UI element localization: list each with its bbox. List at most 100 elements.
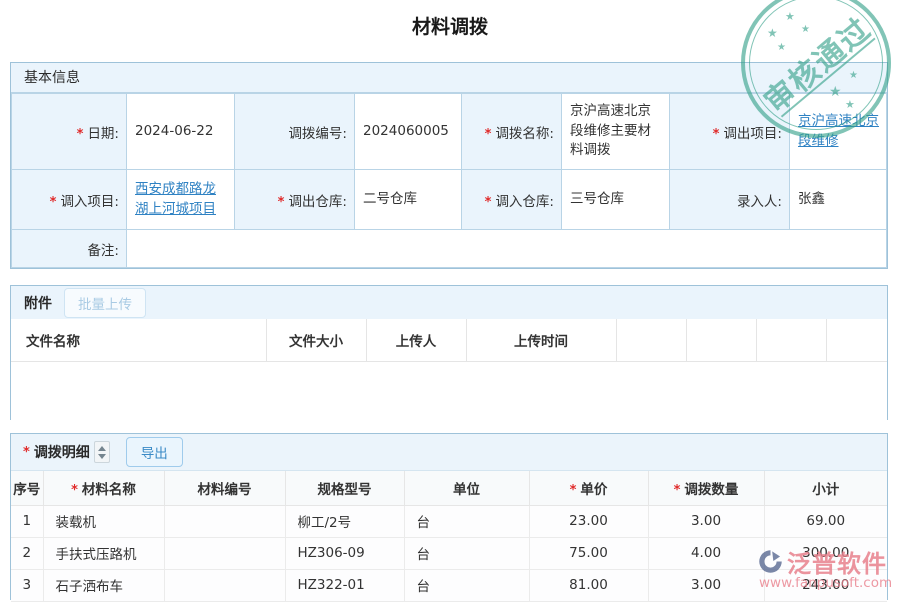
recorder-label: 录入人: [737, 194, 782, 210]
attachments-header-row: 文件名称文件大小上传人上传时间 [11, 319, 887, 361]
transfer-no-label-cell: 调拨编号: [235, 94, 355, 170]
attachment-column-header: 上传人 [366, 319, 466, 361]
out-project-label-cell: 调出项目: [670, 94, 790, 170]
required-marker [674, 482, 685, 498]
table-cell: 69.00 [764, 505, 887, 537]
table-cell: 台 [404, 569, 529, 601]
details-column-header: 小计 [764, 471, 887, 505]
details-column-header: 材料编号 [164, 471, 285, 505]
table-cell: 台 [404, 537, 529, 569]
details-column-header: 调拨数量 [648, 471, 764, 505]
required-marker [50, 194, 61, 210]
table-cell: 3.00 [648, 505, 764, 537]
required-marker [570, 482, 581, 498]
details-header-row: 序号材料名称材料编号规格型号单位单价调拨数量小计 [11, 471, 887, 505]
attachment-column-empty [756, 319, 826, 361]
required-marker [23, 444, 34, 460]
batch-upload-button[interactable]: 批量上传 [64, 288, 146, 318]
table-cell [164, 537, 285, 569]
details-column-header: 序号 [11, 471, 43, 505]
basic-info-section: 基本信息 日期: 2024-06-22 调拨编号: 2024060005 调拨名… [10, 62, 888, 269]
table-cell: 3.00 [648, 569, 764, 601]
in-project-link[interactable]: 西安成都路龙湖上河城项目 [135, 181, 216, 217]
date-value: 2024-06-22 [127, 94, 235, 170]
details-column-header: 单位 [404, 471, 529, 505]
out-project-label: 调出项目: [723, 126, 782, 142]
transfer-name-value: 京沪高速北京段维修主要材料调拨 [562, 94, 670, 170]
date-label: 日期: [87, 126, 119, 142]
table-cell: 2 [11, 537, 43, 569]
attachments-title: 附件 [24, 293, 52, 313]
page-title: 材料调拨 [0, 12, 900, 39]
attachments-section: 附件 批量上传 文件名称文件大小上传人上传时间 [10, 285, 888, 420]
table-cell: 柳工/2号 [285, 505, 404, 537]
transfer-no-value: 2024060005 [355, 94, 462, 170]
transfer-name-label-cell: 调拨名称: [462, 94, 562, 170]
attachment-column-header: 文件大小 [266, 319, 366, 361]
basic-info-header: 基本信息 [11, 63, 887, 93]
required-marker [713, 126, 724, 142]
table-cell: 台 [404, 505, 529, 537]
table-cell: HZ306-09 [285, 537, 404, 569]
attachment-column-empty [686, 319, 756, 361]
sort-spinner[interactable] [94, 441, 110, 463]
attachment-column-header: 文件名称 [11, 319, 266, 361]
table-cell: 石子洒布车 [43, 569, 164, 601]
basic-info-table: 日期: 2024-06-22 调拨编号: 2024060005 调拨名称: 京沪… [11, 93, 887, 268]
remark-value [127, 230, 887, 268]
details-table: 序号材料名称材料编号规格型号单位单价调拨数量小计 1装载机柳工/2号台23.00… [11, 471, 887, 602]
table-row[interactable]: 2手扶式压路机HZ306-09台75.004.00300.00 [11, 537, 887, 569]
out-warehouse-value: 二号仓库 [355, 170, 462, 230]
in-project-label: 调入项目: [60, 194, 119, 210]
details-title: 调拨明细 [34, 442, 90, 462]
spinner-down-icon[interactable] [98, 454, 106, 459]
remark-label-cell: 备注: [12, 230, 127, 268]
details-column-header: 材料名称 [43, 471, 164, 505]
out-project-link[interactable]: 京沪高速北京段维修 [798, 113, 879, 149]
required-marker [77, 126, 88, 142]
details-column-header: 规格型号 [285, 471, 404, 505]
attachment-column-empty [826, 319, 887, 361]
attachments-empty-body [11, 361, 887, 420]
date-label-cell: 日期: [12, 94, 127, 170]
table-cell: 手扶式压路机 [43, 537, 164, 569]
out-warehouse-label-cell: 调出仓库: [235, 170, 355, 230]
details-column-header: 单价 [529, 471, 648, 505]
recorder-value: 张鑫 [790, 170, 887, 230]
attachment-column-empty [616, 319, 686, 361]
transfer-name-label: 调拨名称: [495, 126, 554, 142]
out-warehouse-label: 调出仓库: [288, 194, 347, 210]
required-marker [71, 482, 82, 498]
in-project-value-cell: 西安成都路龙湖上河城项目 [127, 170, 235, 230]
table-cell: 3 [11, 569, 43, 601]
required-marker [485, 194, 496, 210]
spinner-up-icon[interactable] [98, 446, 106, 451]
table-cell [164, 569, 285, 601]
required-marker [278, 194, 289, 210]
export-button[interactable]: 导出 [126, 437, 183, 467]
table-cell: HZ322-01 [285, 569, 404, 601]
transfer-no-label: 调拨编号: [288, 126, 347, 142]
in-warehouse-label: 调入仓库: [495, 194, 554, 210]
table-cell: 装载机 [43, 505, 164, 537]
out-project-value-cell: 京沪高速北京段维修 [790, 94, 887, 170]
attachments-header: 附件 批量上传 [11, 286, 887, 319]
table-cell: 4.00 [648, 537, 764, 569]
in-warehouse-value: 三号仓库 [562, 170, 670, 230]
in-project-label-cell: 调入项目: [12, 170, 127, 230]
recorder-label-cell: 录入人: [670, 170, 790, 230]
details-section: 调拨明细 导出 序号材料名称材料编号规格型号单位单价调拨数量小计 1装载机 柳工/… [10, 433, 888, 600]
attachment-column-header: 上传时间 [466, 319, 616, 361]
in-warehouse-label-cell: 调入仓库: [462, 170, 562, 230]
details-toolbar: 调拨明细 导出 [11, 434, 887, 471]
star-icon: ★ [777, 42, 786, 53]
table-cell: 300.00 [764, 537, 887, 569]
table-cell: 1 [11, 505, 43, 537]
table-cell: 243.00 [764, 569, 887, 601]
table-row[interactable]: 3石子洒布车 HZ322-01台81.003.00243.00 [11, 569, 887, 601]
required-marker [485, 126, 496, 142]
table-cell: 23.00 [529, 505, 648, 537]
remark-label: 备注: [87, 243, 119, 259]
table-cell: 81.00 [529, 569, 648, 601]
table-row[interactable]: 1装载机 柳工/2号台23.003.0069.00 [11, 505, 887, 537]
